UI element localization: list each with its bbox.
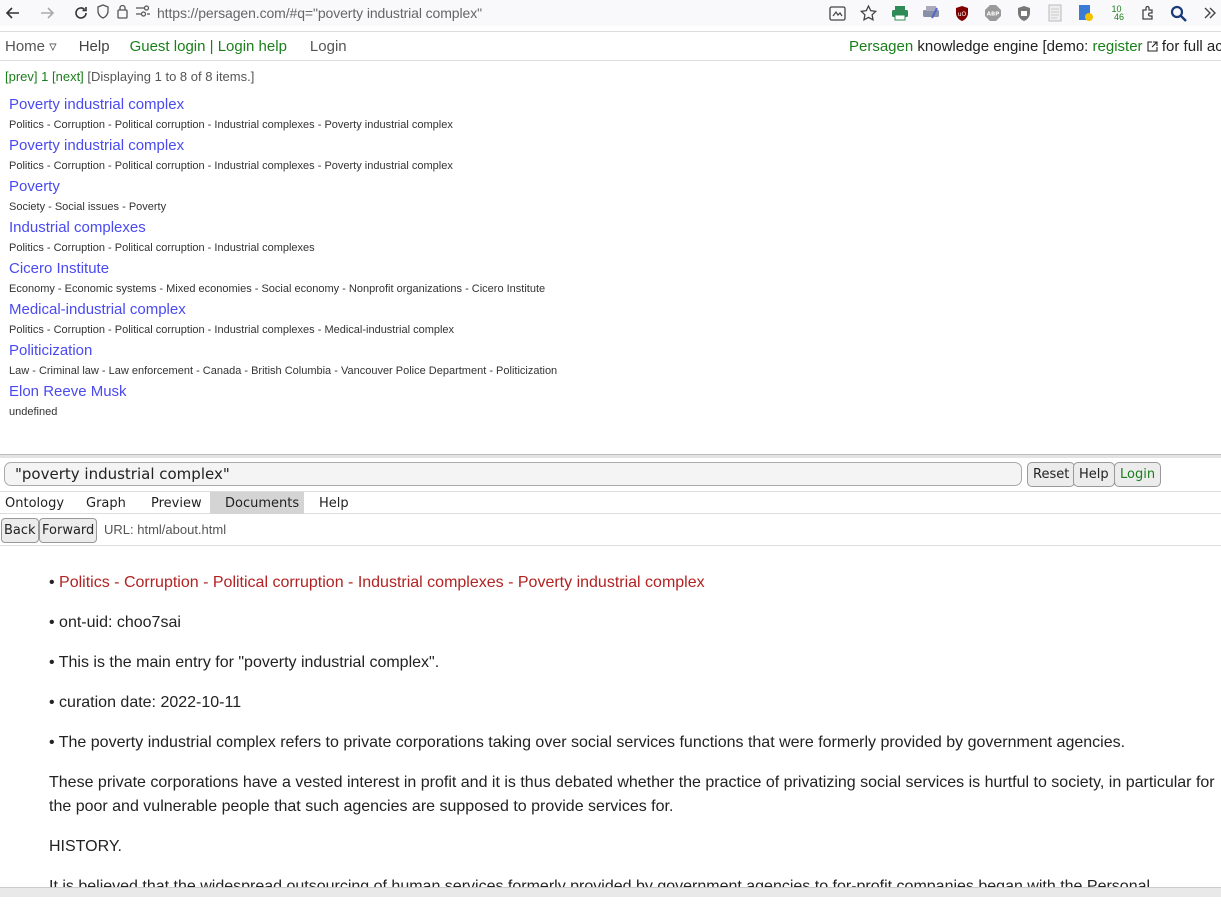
document-url: URL: html/about.html <box>104 522 227 537</box>
forward-button[interactable]: Forward <box>39 518 98 543</box>
notes-icon[interactable] <box>1039 2 1070 24</box>
adblock-plus-icon[interactable]: ABP <box>977 2 1008 24</box>
extensions-row: uO ABP 10 46 <box>822 2 1221 24</box>
result-path: Economy - Economic systems - Mixed econo… <box>9 283 546 295</box>
breadcrumb: • Politics - Corruption - Political corr… <box>49 574 705 591</box>
breadcrumb-link[interactable]: Politics - Corruption - Political corrup… <box>59 574 705 591</box>
external-link-icon <box>1147 39 1158 56</box>
pager: [prev] 1 [next] [Displaying 1 to 8 of 8 … <box>5 69 254 84</box>
print-icon[interactable] <box>884 2 915 24</box>
list-item: Politicization Law - Criminal law - Law … <box>9 341 1209 382</box>
result-path: Politics - Corruption - Political corrup… <box>9 160 453 172</box>
list-item: Medical-industrial complex Politics - Co… <box>9 300 1209 341</box>
help-button[interactable]: Help <box>1073 462 1115 487</box>
list-item: Poverty Society - Social issues - Povert… <box>9 177 1209 218</box>
tab-preview[interactable]: Preview <box>147 492 210 514</box>
help-link[interactable]: Help <box>79 38 110 55</box>
brand-name: Persagen <box>849 38 914 55</box>
svg-text:ABP: ABP <box>986 12 998 18</box>
document-nav: Back Forward URL: html/about.html <box>0 516 1221 546</box>
result-title-link[interactable]: Poverty <box>9 177 1209 198</box>
brand-tagline: Persagen knowledge engine [demo: registe… <box>849 38 1221 56</box>
search-input[interactable] <box>4 462 1022 486</box>
result-title-link[interactable]: Industrial complexes <box>9 218 1209 239</box>
tab-bar: Ontology Graph Preview Documents Help <box>0 491 1221 514</box>
pane-splitter[interactable] <box>0 454 1221 458</box>
prev-link[interactable]: [prev] <box>5 69 38 84</box>
tab-help[interactable]: Help <box>304 492 364 514</box>
back-button[interactable]: Back <box>1 518 39 543</box>
shield-icon[interactable] <box>96 3 110 22</box>
url-text[interactable]: https://persagen.com/#q="poverty industr… <box>157 5 482 21</box>
result-title-link[interactable]: Cicero Institute <box>9 259 1209 280</box>
result-title-link[interactable]: Elon Reeve Musk <box>9 382 1209 403</box>
bookmark-star-icon[interactable] <box>853 2 884 24</box>
counter-bottom: 46 <box>1113 12 1124 22</box>
rest-text: for full acce <box>1161 38 1221 55</box>
ont-uid: • ont-uid: choo7sai <box>49 614 181 631</box>
engine-text: knowledge engine [demo: <box>913 38 1093 55</box>
counter-icon[interactable]: 10 46 <box>1101 2 1132 24</box>
app-nav-bar: Home ▿ Help Guest login | Login help Log… <box>0 31 1221 61</box>
result-title-link[interactable]: Medical-industrial complex <box>9 300 1209 321</box>
guest-login-link[interactable]: Guest login | Login help <box>130 38 287 55</box>
page-number[interactable]: 1 <box>41 69 48 84</box>
back-arrow-icon[interactable] <box>2 2 24 24</box>
next-link[interactable]: [next] <box>52 69 84 84</box>
result-title-link[interactable]: Politicization <box>9 341 1209 362</box>
forward-arrow-icon[interactable] <box>36 2 58 24</box>
reset-button[interactable]: Reset <box>1027 462 1076 487</box>
tab-ontology[interactable]: Ontology <box>0 492 73 514</box>
list-item: Poverty industrial complex Politics - Co… <box>9 95 1209 136</box>
printer-friendly-icon[interactable] <box>915 2 946 24</box>
tab-documents[interactable]: Documents <box>210 492 304 514</box>
curation-date: • curation date: 2022-10-11 <box>49 694 242 711</box>
results-list: Poverty industrial complex Politics - Co… <box>9 95 1209 423</box>
address-bar[interactable]: https://persagen.com/#q="poverty industr… <box>96 1 816 24</box>
list-item: Elon Reeve Musk undefined <box>9 382 1209 423</box>
home-menu[interactable]: Home ▿ <box>5 37 57 55</box>
svg-text:uO: uO <box>957 11 966 18</box>
browser-toolbar: https://persagen.com/#q="poverty industr… <box>0 0 1221 26</box>
file-download-icon[interactable] <box>1070 2 1101 24</box>
tab-graph[interactable]: Graph <box>73 492 147 514</box>
paragraph: These private corporations have a vested… <box>49 774 1215 815</box>
result-path: Politics - Corruption - Political corrup… <box>9 324 455 336</box>
pager-status: [Displaying 1 to 8 of 8 items.] <box>87 69 255 84</box>
permissions-icon[interactable] <box>135 5 151 20</box>
ublock-icon[interactable]: uO <box>946 2 977 24</box>
extensions-puzzle-icon[interactable] <box>1132 2 1163 24</box>
reader-view-icon[interactable] <box>822 2 853 24</box>
taskbar <box>0 887 1221 897</box>
result-path: Politics - Corruption - Political corrup… <box>9 119 453 131</box>
result-path: Society - Social issues - Poverty <box>9 201 167 213</box>
search-icon[interactable] <box>1163 2 1194 24</box>
privacy-badger-icon[interactable] <box>1008 2 1039 24</box>
result-path: Politics - Corruption - Political corrup… <box>9 242 315 254</box>
result-path: Law - Criminal law - Law enforcement - C… <box>9 365 558 377</box>
login-button[interactable]: Login <box>1114 462 1162 487</box>
list-item: Cicero Institute Economy - Economic syst… <box>9 259 1209 300</box>
result-title-link[interactable]: Poverty industrial complex <box>9 136 1209 157</box>
reload-icon[interactable] <box>70 2 92 24</box>
definition: • The poverty industrial complex refers … <box>49 734 1126 751</box>
register-link[interactable]: register <box>1093 38 1143 55</box>
document-content: • Politics - Corruption - Political corr… <box>49 571 1221 915</box>
overflow-chevron-icon[interactable] <box>1194 2 1221 24</box>
result-title-link[interactable]: Poverty industrial complex <box>9 95 1209 116</box>
list-item: Industrial complexes Politics - Corrupti… <box>9 218 1209 259</box>
main-entry-note: • This is the main entry for "poverty in… <box>49 654 440 671</box>
list-item: Poverty industrial complex Politics - Co… <box>9 136 1209 177</box>
section-heading: HISTORY. <box>49 838 122 855</box>
lock-icon[interactable] <box>116 4 129 22</box>
result-path: undefined <box>9 406 58 418</box>
login-link[interactable]: Login <box>310 38 347 55</box>
search-row: Reset Help Login <box>0 461 1221 489</box>
